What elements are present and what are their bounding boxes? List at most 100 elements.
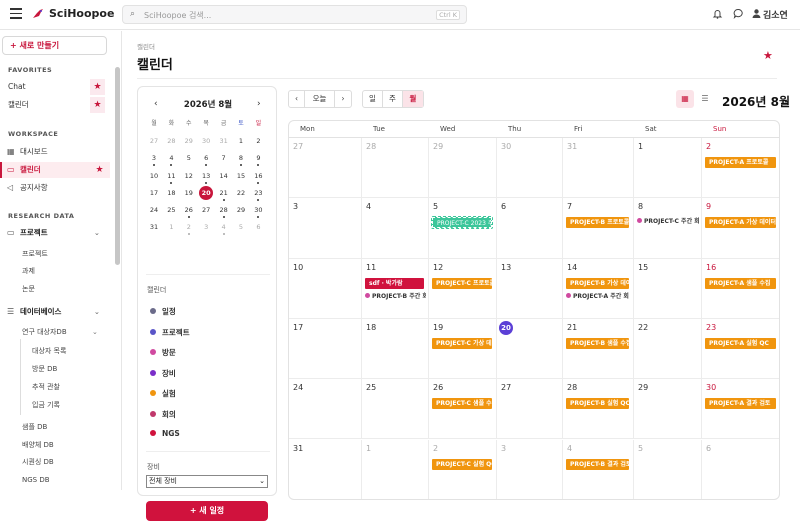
mini-day[interactable]: 5	[180, 151, 198, 168]
bell-icon[interactable]	[711, 8, 723, 20]
calendar-event[interactable]: PROJECT-B 결과 검토	[566, 458, 629, 470]
breadcrumb[interactable]: 캘린더	[137, 41, 155, 51]
calendar-grid-icon[interactable]: ▦	[676, 90, 694, 108]
mini-day[interactable]: 31	[145, 220, 163, 237]
next-month-button[interactable]: ›	[335, 91, 351, 107]
new-create-button[interactable]: + 새로 만들기	[2, 36, 107, 55]
day-cell[interactable]: 5	[634, 439, 702, 499]
day-cell[interactable]: 20	[497, 318, 563, 380]
day-cell[interactable]: 2 PROJECT-C 실험 QC	[429, 439, 497, 499]
day-cell[interactable]: 28 PROJECT-B 실험 QC	[563, 379, 634, 440]
calendar-filter-item[interactable]: 회의	[150, 409, 176, 420]
sidebar-item-task[interactable]: 과제	[22, 264, 35, 278]
mini-day[interactable]: 6	[197, 151, 215, 168]
mini-day[interactable]: 3	[197, 220, 215, 237]
day-cell[interactable]: 12 PROJECT-C 프로토콜	[429, 258, 497, 319]
mini-day[interactable]: 4	[162, 151, 180, 168]
day-cell[interactable]: 30	[497, 138, 563, 199]
calendar-event[interactable]: PROJECT-C 실험 QC	[432, 458, 492, 470]
day-cell[interactable]: 14 PROJECT-B 가상 데이터 PROJECT-A 주간 회	[563, 258, 634, 319]
calendar-event[interactable]: PROJECT-A 프로토콜	[705, 157, 776, 168]
calendar-filter-item[interactable]: 일정	[150, 306, 176, 317]
menu-icon[interactable]	[10, 8, 22, 19]
sidebar-item-notice[interactable]: ◁ 공지사항	[0, 180, 110, 196]
mini-day[interactable]: 27	[145, 134, 163, 151]
day-cell[interactable]: 27	[289, 138, 362, 199]
sidebar-item-visit-db[interactable]: 방문 DB	[32, 362, 57, 376]
calendar-filter-item[interactable]: 방문	[150, 347, 176, 358]
mini-day[interactable]: 29	[232, 203, 250, 220]
day-cell[interactable]: 15	[634, 258, 702, 319]
star-icon[interactable]: ★	[92, 162, 107, 178]
new-event-button[interactable]: + 새 일정	[146, 501, 268, 521]
mini-day[interactable]: 22	[232, 186, 250, 203]
mini-day[interactable]: 9	[249, 151, 267, 168]
day-cell[interactable]: 30 PROJECT-A 결과 검토	[702, 379, 779, 440]
mini-day[interactable]: 26	[180, 203, 198, 220]
day-cell[interactable]: 29	[429, 138, 497, 199]
calendar-event[interactable]: PROJECT-B 가상 데이터	[566, 277, 629, 289]
mini-day[interactable]: 11	[162, 169, 180, 186]
day-cell[interactable]: 31	[289, 439, 362, 499]
day-cell[interactable]: 27	[497, 379, 563, 440]
mini-day[interactable]: 24	[145, 203, 163, 220]
day-cell[interactable]: 3	[497, 439, 563, 499]
calendar-event[interactable]: PROJECT-B 실험 QC	[566, 398, 629, 410]
calendar-event[interactable]: PROJECT-C 2023 주간	[431, 216, 493, 230]
day-cell[interactable]: 2 PROJECT-A 프로토콜	[702, 138, 779, 199]
day-cell[interactable]: 11 sdf · 박가람 PROJECT-B 주간 회	[362, 258, 429, 319]
calendar-filter-item[interactable]: NGS	[150, 429, 180, 438]
calendar-event[interactable]: PROJECT-C 주간 회	[637, 217, 699, 227]
favorite-item-chat[interactable]: Chat ★	[0, 79, 110, 95]
calendar-event[interactable]: PROJECT-B 프로토콜	[566, 217, 629, 229]
star-icon[interactable]: ★	[763, 49, 773, 62]
calendar-event[interactable]: PROJECT-A 주간 회	[566, 292, 631, 302]
sidebar-item-dashboard[interactable]: ▦ 대시보드	[0, 144, 110, 160]
day-cell[interactable]: 6	[497, 198, 563, 259]
day-cell[interactable]: 8 PROJECT-C 주간 회	[634, 198, 702, 259]
calendar-event[interactable]: PROJECT-A 실험 QC	[705, 337, 776, 349]
user-name[interactable]: 김소연	[763, 8, 788, 21]
view-week-button[interactable]: 주	[383, 91, 403, 107]
sidebar-item-payment[interactable]: 입금 기록	[32, 398, 60, 412]
day-cell[interactable]: 23 PROJECT-A 실험 QC	[702, 319, 779, 380]
day-cell[interactable]: 1	[362, 439, 429, 499]
mini-day[interactable]: 19	[180, 186, 198, 203]
sidebar-item-subject-list[interactable]: 대상자 목록	[32, 344, 66, 358]
mini-day[interactable]: 8	[232, 151, 250, 168]
mini-day[interactable]: 6	[249, 220, 267, 237]
mini-day[interactable]: 17	[145, 186, 163, 203]
mini-day[interactable]: 18	[162, 186, 180, 203]
calendar-event[interactable]: PROJECT-C 프로토콜	[432, 277, 492, 289]
mini-day[interactable]: 12	[180, 169, 198, 186]
mini-day[interactable]: 10	[145, 169, 163, 186]
calendar-filter-item[interactable]: 장비	[150, 368, 176, 379]
sidebar-group-database[interactable]: ☰ 데이터베이스 ⌄	[0, 304, 110, 320]
calendar-event[interactable]: PROJECT-B 샘플 수집	[566, 337, 629, 349]
day-cell[interactable]: 18	[362, 318, 429, 380]
day-cell[interactable]: 24	[289, 379, 362, 440]
chat-icon[interactable]	[732, 8, 744, 20]
favorite-item-calendar[interactable]: 캘린더 ★	[0, 97, 110, 113]
mini-day[interactable]: 2	[180, 220, 198, 237]
calendar-event[interactable]: PROJECT-A 결과 검토	[705, 398, 776, 410]
list-icon[interactable]: ☰	[696, 90, 714, 108]
day-cell[interactable]: 22	[634, 318, 702, 380]
mini-day[interactable]: 3	[145, 151, 163, 168]
day-cell[interactable]: 28	[362, 138, 429, 199]
day-cell[interactable]: 21 PROJECT-B 샘플 수집	[563, 318, 634, 380]
calendar-event[interactable]: PROJECT-C 가상 데이터	[432, 337, 492, 349]
day-cell[interactable]: 17	[289, 318, 362, 380]
mini-day[interactable]: 28	[162, 134, 180, 151]
mini-day[interactable]: 25	[162, 203, 180, 220]
calendar-event[interactable]: PROJECT-A 샘플 수집	[705, 277, 776, 289]
mini-day[interactable]: 2	[249, 134, 267, 151]
equipment-select[interactable]: 전체 장비 ⌄	[146, 475, 268, 488]
day-cell[interactable]: 5 PROJECT-C 2023 주간	[429, 198, 497, 259]
mini-day[interactable]: 23	[249, 186, 267, 203]
day-cell[interactable]: 6	[702, 440, 779, 499]
sidebar-item-culture-db[interactable]: 배양체 DB	[22, 438, 54, 452]
day-cell[interactable]: 26 PROJECT-C 샘플 수집	[429, 379, 497, 440]
mini-day[interactable]: 31	[215, 134, 233, 151]
day-cell[interactable]: 13	[497, 258, 563, 319]
